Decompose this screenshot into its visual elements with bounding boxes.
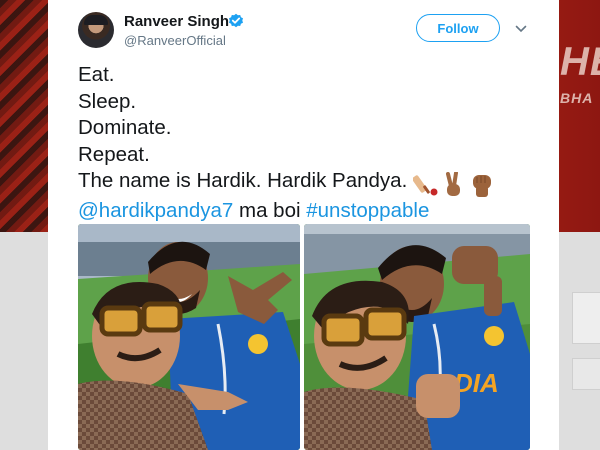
emoji-row [412, 170, 498, 198]
tweet-line-text: The name is Hardik. Hardik Pandya. [78, 169, 408, 192]
backdrop-text-large: HE [560, 40, 600, 84]
avatar[interactable] [78, 12, 114, 48]
tweet-line-with-emoji: The name is Hardik. Hardik Pandya. [78, 168, 548, 198]
photo-selfie-right[interactable]: DIA [304, 224, 530, 450]
avatar-hat [84, 15, 108, 25]
raised-fist-icon [473, 174, 492, 197]
tweet-line: Eat. [78, 63, 115, 86]
follow-button[interactable]: Follow [416, 14, 500, 42]
backdrop-right-text: HE BHA [560, 40, 600, 190]
tweet-middle-text: ma boi [233, 198, 307, 222]
backdrop-text-small: BHA [560, 90, 594, 106]
tweet-card: Ranveer Singh @RanveerOfficial Follow Ea… [48, 0, 559, 450]
hashtag-link[interactable]: #unstoppable [306, 199, 429, 222]
author-display-name[interactable]: Ranveer Singh [124, 13, 229, 30]
verified-badge-icon [229, 13, 243, 28]
tweet-line: Sleep. [78, 89, 137, 113]
mention-link[interactable]: @hardikpandya7 [78, 199, 233, 222]
tweet-line: Repeat. [78, 142, 150, 166]
chevron-down-icon[interactable] [515, 24, 527, 34]
backdrop-side-panel [572, 292, 600, 344]
tweet-line-links: @hardikpandya7 ma boi #unstoppable [78, 198, 548, 225]
tweet-line: Dominate. [78, 116, 172, 139]
backdrop-left-art [0, 0, 48, 232]
cricket-bat-icon [412, 174, 438, 196]
tweet-text: Eat. Sleep. Dominate. Repeat. The name i… [78, 62, 548, 224]
author-handle[interactable]: @RanveerOfficial [124, 33, 226, 48]
backdrop-side-panel-2 [572, 358, 600, 390]
svg-text:DIA: DIA [454, 368, 499, 398]
victory-hand-icon [446, 170, 461, 196]
photo-selfie-left[interactable] [78, 224, 300, 450]
